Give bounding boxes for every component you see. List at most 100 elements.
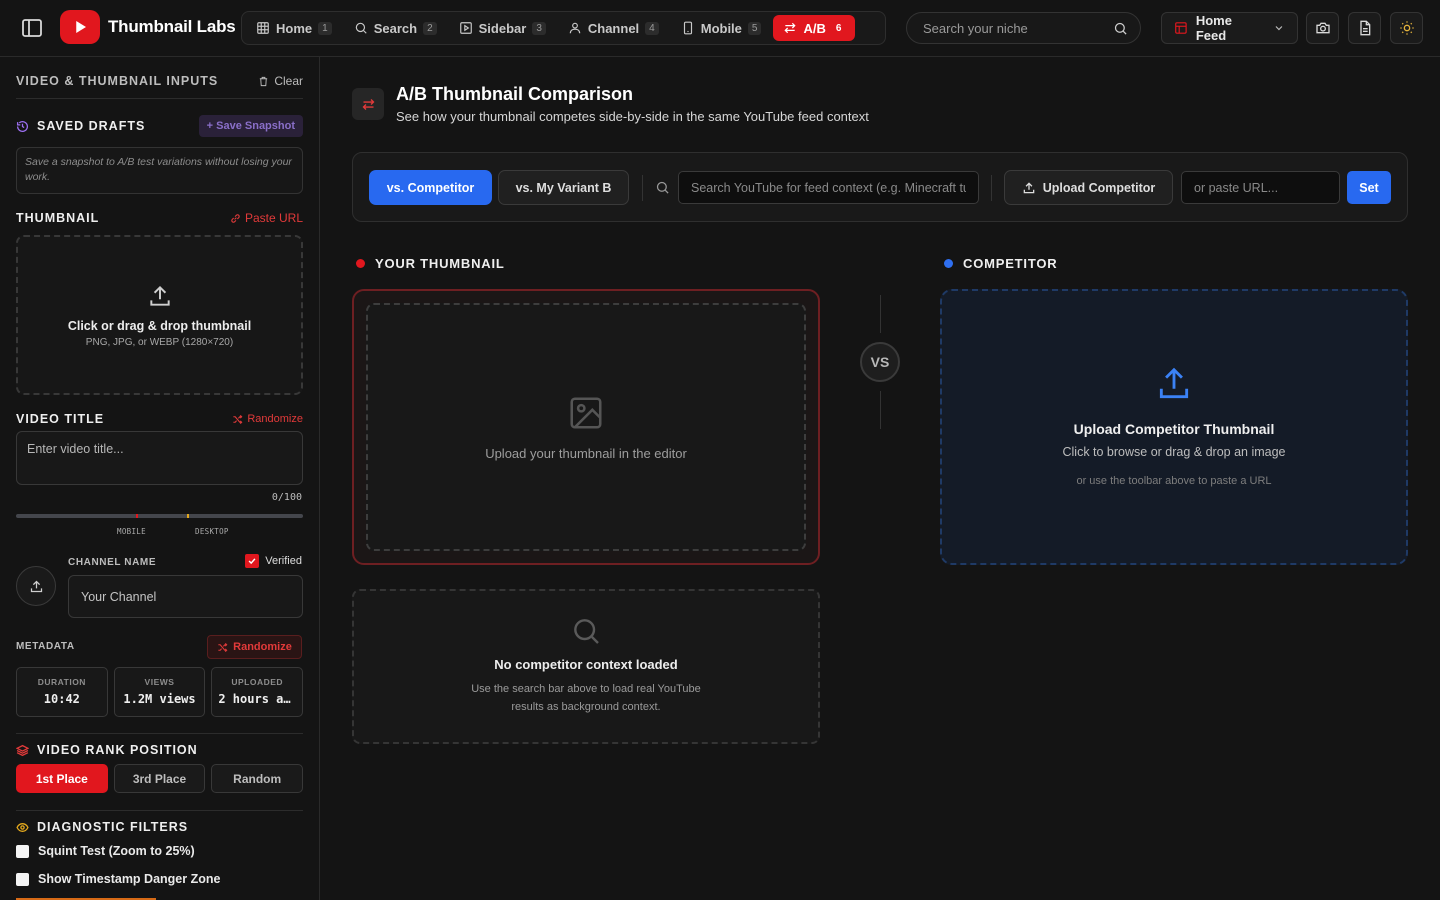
tab-shortcut: 3 xyxy=(532,21,546,35)
mobile-cutoff-label: MOBILE xyxy=(117,527,146,536)
rank-option-random[interactable]: Random xyxy=(211,764,304,793)
duration-label: DURATION xyxy=(37,677,86,687)
camera-icon xyxy=(1315,22,1330,34)
layout-icon xyxy=(1175,22,1187,34)
saved-drafts-title: SAVED DRAFTS xyxy=(37,119,146,133)
upload-competitor-button[interactable]: Upload Competitor xyxy=(1004,170,1173,205)
verified-toggle[interactable]: Verified xyxy=(245,554,302,568)
your-thumbnail-label-text: YOUR THUMBNAIL xyxy=(375,256,505,271)
video-title-title: VIDEO TITLE xyxy=(16,412,105,426)
top-bar: Thumbnail Labs Home 1 Search 2 Sidebar 3… xyxy=(0,0,1440,57)
squint-test-toggle[interactable]: Squint Test (Zoom to 25%) xyxy=(16,844,195,858)
niche-search-input[interactable] xyxy=(923,20,1113,36)
views-field[interactable]: VIEWS 1.2M views xyxy=(113,667,206,717)
rank-option-1st[interactable]: 1st Place xyxy=(16,764,108,793)
history-icon xyxy=(16,120,28,132)
feed-context-search xyxy=(678,171,979,204)
eye-icon xyxy=(16,822,29,832)
competitor-upload-title: Upload Competitor Thumbnail xyxy=(1073,421,1275,437)
mobile-cutoff-marker xyxy=(136,514,138,518)
theme-toggle-button[interactable] xyxy=(1390,12,1423,44)
timestamp-danger-checkbox[interactable] xyxy=(16,872,29,886)
competitor-label-text: COMPETITOR xyxy=(963,256,1058,271)
set-url-button[interactable]: Set xyxy=(1347,171,1391,204)
clear-button[interactable]: Clear xyxy=(258,74,303,88)
competitor-upload-subtitle: Click to browse or drag & drop an image xyxy=(1062,445,1286,459)
your-thumbnail-placeholder[interactable]: Upload your thumbnail in the editor xyxy=(366,303,806,551)
trash-icon xyxy=(260,76,268,86)
saved-drafts-header: SAVED DRAFTS + Save Snapshot xyxy=(16,115,303,137)
timestamp-danger-label: Show Timestamp Danger Zone xyxy=(38,872,221,886)
duration-value: 10:42 xyxy=(43,692,80,706)
channel-avatar-upload[interactable] xyxy=(16,566,56,606)
screenshot-button[interactable] xyxy=(1306,12,1339,44)
divider xyxy=(991,175,992,201)
search-icon xyxy=(355,22,367,34)
search-icon[interactable] xyxy=(1113,21,1128,36)
rank-title: VIDEO RANK POSITION xyxy=(37,743,198,757)
tab-shortcut: 6 xyxy=(835,22,842,34)
desktop-cutoff-marker xyxy=(187,514,189,518)
divider xyxy=(16,733,303,734)
diagnostics-header: DIAGNOSTIC FILTERS xyxy=(16,820,303,834)
context-empty-subtitle: Use the search bar above to load real Yo… xyxy=(471,683,701,713)
metadata-grid: DURATION 10:42 VIEWS 1.2M views UPLOADED… xyxy=(16,667,304,717)
uploaded-value: 2 hours ago xyxy=(218,692,298,706)
feed-context-empty-state: No competitor context loaded Use the sea… xyxy=(352,589,820,744)
your-thumbnail-frame: Upload your thumbnail in the editor xyxy=(352,289,820,565)
export-report-button[interactable] xyxy=(1348,12,1381,44)
video-title-input[interactable] xyxy=(27,442,292,474)
views-value: 1.2M views xyxy=(123,692,196,706)
vs-divider-top xyxy=(880,295,881,333)
rank-option-3rd[interactable]: 3rd Place xyxy=(113,764,206,793)
randomize-title-link[interactable]: Randomize xyxy=(232,413,303,425)
page-title: A/B Thumbnail Comparison xyxy=(396,84,634,104)
thumbnail-dropzone[interactable]: Click or drag & drop thumbnail PNG, JPG,… xyxy=(16,235,303,395)
mode-variant-button[interactable]: vs. My Variant B xyxy=(498,170,629,205)
verified-checkbox[interactable] xyxy=(245,554,260,568)
squint-test-label: Squint Test (Zoom to 25%) xyxy=(38,844,195,858)
randomize-metadata-button[interactable]: Randomize xyxy=(207,635,302,659)
app-logo[interactable]: Thumbnail Labs xyxy=(60,10,236,44)
uploaded-label: UPLOADED xyxy=(231,677,284,687)
channel-name-input[interactable] xyxy=(81,589,290,604)
chevron-down-icon xyxy=(1275,26,1283,31)
tab-shortcut: 1 xyxy=(318,21,332,35)
rank-options: 1st Place 3rd Place Random xyxy=(16,764,304,793)
save-snapshot-button[interactable]: + Save Snapshot xyxy=(198,115,303,137)
feed-select-value: Home Feed xyxy=(1195,13,1232,43)
upload-icon xyxy=(1023,181,1035,193)
tab-ab[interactable]: A/B 6 xyxy=(773,15,856,41)
feed-type-select[interactable]: Home Feed xyxy=(1161,12,1298,44)
paste-url-link[interactable]: Paste URL xyxy=(230,211,303,225)
tab-search[interactable]: Search 2 xyxy=(344,15,447,41)
smartphone-icon xyxy=(683,21,692,35)
tab-channel[interactable]: Channel 4 xyxy=(558,15,669,41)
shuffle-icon xyxy=(218,642,228,652)
grid-icon xyxy=(257,22,269,34)
upload-competitor-label: Upload Competitor xyxy=(1042,180,1156,195)
tab-sidebar[interactable]: Sidebar 3 xyxy=(449,15,556,41)
squint-test-checkbox[interactable] xyxy=(16,844,29,858)
upload-icon xyxy=(1159,367,1189,399)
competitor-dropzone[interactable]: Upload Competitor Thumbnail Click to bro… xyxy=(940,289,1408,565)
dropzone-main-text: Click or drag & drop thumbnail xyxy=(67,318,252,333)
inputs-sidebar: VIDEO & THUMBNAIL INPUTS Clear SAVED DRA… xyxy=(0,57,320,900)
layers-icon xyxy=(16,744,29,756)
image-icon xyxy=(570,396,602,429)
sidebar-header: VIDEO & THUMBNAIL INPUTS Clear xyxy=(16,57,303,99)
randomize-label: Randomize xyxy=(233,641,292,653)
feed-context-search-input[interactable] xyxy=(691,180,966,195)
timestamp-danger-toggle[interactable]: Show Timestamp Danger Zone xyxy=(16,872,220,886)
tab-label: Mobile xyxy=(700,20,742,36)
check-icon xyxy=(248,558,256,565)
duration-field[interactable]: DURATION 10:42 xyxy=(16,667,108,717)
mode-competitor-button[interactable]: vs. Competitor xyxy=(369,170,492,205)
tab-home[interactable]: Home 1 xyxy=(246,15,342,41)
app-name: Thumbnail Labs xyxy=(108,17,236,36)
uploaded-field[interactable]: UPLOADED 2 hours ago xyxy=(211,667,304,717)
tab-mobile[interactable]: Mobile 5 xyxy=(671,15,772,41)
toggle-sidebar-icon[interactable] xyxy=(20,16,44,40)
tab-label: Search xyxy=(373,20,418,36)
competitor-url-input[interactable] xyxy=(1194,180,1327,195)
